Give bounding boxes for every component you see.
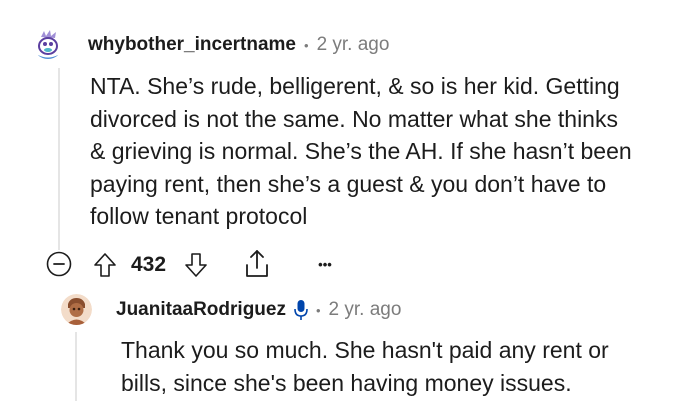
- reply-header: JuanitaaRodriguez • 2 yr. ago: [116, 298, 401, 322]
- reply-thread-line: [75, 332, 77, 401]
- comment-body-line: NTA. She’s rude, belligerent, & so is he…: [90, 73, 620, 99]
- separator-dot: •: [304, 37, 309, 53]
- vote-count: 432: [131, 253, 167, 276]
- snoo-avatar-icon: [33, 29, 63, 59]
- reply-body-line: Thank you so much. She hasn't paid any r…: [121, 337, 609, 363]
- upvote-arrow-icon: [94, 253, 116, 277]
- more-options-icon: •••: [318, 256, 332, 272]
- collapse-minus-icon: [46, 251, 72, 277]
- reply-username[interactable]: JuanitaaRodriguez: [116, 299, 286, 321]
- share-button[interactable]: [243, 248, 271, 280]
- downvote-arrow-icon: [185, 253, 207, 277]
- comment-body-line: & grieving is normal. She’s the AH. If s…: [90, 138, 632, 164]
- comment-username[interactable]: whybother_incertname: [88, 34, 296, 56]
- reply-body: Thank you so much. She hasn't paid any r…: [121, 334, 609, 400]
- microphone-icon: [294, 299, 308, 321]
- reply-avatar[interactable]: [61, 294, 92, 325]
- collapse-button[interactable]: [46, 251, 72, 277]
- comment-timestamp[interactable]: 2 yr. ago: [317, 34, 390, 56]
- more-options-button[interactable]: •••: [311, 255, 339, 273]
- comment-header: whybother_incertname • 2 yr. ago: [88, 33, 389, 57]
- comment-body-line: divorced is not the same. No matter what…: [90, 105, 618, 132]
- reply-timestamp[interactable]: 2 yr. ago: [329, 299, 402, 321]
- comment-avatar[interactable]: [33, 29, 63, 59]
- downvote-button[interactable]: [183, 251, 209, 279]
- comment-body-line: paying rent, then she’s a guest & you do…: [90, 170, 607, 197]
- separator-dot: •: [315, 302, 321, 318]
- thread-line: [58, 68, 60, 250]
- comment-body: NTA. She’s rude, belligerent, & so is he…: [90, 70, 632, 233]
- upvote-button[interactable]: [92, 251, 118, 279]
- reply-body-line: bills, since she's been having money iss…: [121, 370, 572, 396]
- share-icon: [246, 250, 268, 277]
- snoo-avatar-icon: [61, 294, 92, 325]
- comment-body-line: follow tenant protocol: [90, 203, 308, 229]
